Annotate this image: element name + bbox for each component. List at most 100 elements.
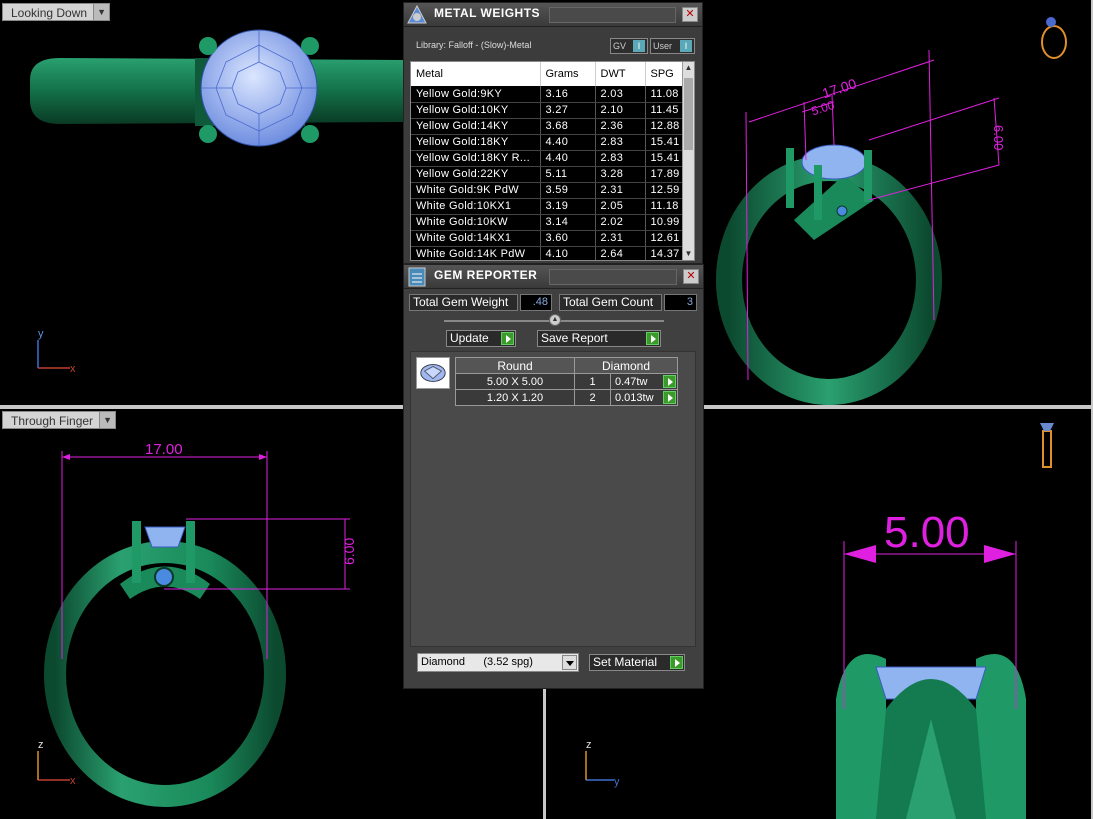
- ring-top-view: y x: [30, 29, 403, 375]
- user-toggle[interactable]: User I: [650, 38, 695, 54]
- grams-cell: 4.40: [540, 134, 596, 151]
- viewport-perspective[interactable]: 17.00 5.00 6.00: [704, 0, 1093, 405]
- shape-header: Round: [455, 357, 575, 374]
- dim-height-label: 6.00: [991, 125, 1006, 150]
- table-row[interactable]: Yellow Gold:10KY 3.27 2.10 11.45: [411, 102, 687, 119]
- update-button[interactable]: Update: [446, 330, 516, 347]
- titlebar-drag-area[interactable]: [549, 7, 676, 23]
- spg-cell: 15.41: [645, 150, 687, 167]
- set-material-button[interactable]: Set Material: [589, 654, 685, 671]
- gv-toggle-state: I: [633, 40, 645, 52]
- table-row[interactable]: Yellow Gold:14KY 3.68 2.36 12.88: [411, 118, 687, 135]
- dwt-cell: 2.83: [595, 134, 646, 151]
- table-row[interactable]: White Gold:9K PdW 3.59 2.31 12.59: [411, 182, 687, 199]
- gem-size-cell: 5.00 X 5.00: [455, 373, 575, 390]
- dim-stone-label: 5.00: [884, 508, 970, 557]
- col-header-grams[interactable]: Grams: [540, 62, 596, 86]
- spg-cell: 11.08: [645, 86, 687, 103]
- gem-weight-value: 0.47tw: [615, 375, 648, 388]
- round-diamond-icon[interactable]: [416, 357, 450, 389]
- table-row[interactable]: White Gold:10KX1 3.19 2.05 11.18: [411, 198, 687, 215]
- grams-cell: 4.40: [540, 150, 596, 167]
- table-row[interactable]: White Gold:10KW 3.14 2.02 10.99: [411, 214, 687, 231]
- library-label: Library: Falloff - (Slow)-Metal: [416, 40, 532, 50]
- metal-table-scrollbar[interactable]: ▲ ▼: [682, 62, 694, 260]
- gv-toggle[interactable]: GV I: [610, 38, 648, 54]
- col-header-metal[interactable]: Metal: [411, 62, 541, 86]
- total-gem-count-label: Total Gem Count: [559, 294, 662, 311]
- user-toggle-state: I: [680, 40, 692, 52]
- dwt-cell: 2.31: [595, 182, 646, 199]
- spg-cell: 10.99: [645, 214, 687, 231]
- metal-weights-icon: [407, 4, 427, 24]
- panel-title: METAL WEIGHTS: [434, 6, 541, 20]
- table-row[interactable]: Yellow Gold:18KY R... 4.40 2.83 15.41: [411, 150, 687, 167]
- chevron-down-icon: [562, 655, 577, 670]
- total-gem-count-value: 3: [664, 294, 697, 311]
- view-mode-dropdown[interactable]: Through Finger ▼: [2, 411, 117, 429]
- scroll-thumb[interactable]: [684, 78, 693, 150]
- grams-cell: 5.11: [540, 166, 596, 183]
- metal-cell: White Gold:9K PdW: [411, 182, 541, 199]
- play-icon[interactable]: [663, 391, 676, 404]
- table-row[interactable]: Yellow Gold:9KY 3.16 2.03 11.08: [411, 86, 687, 103]
- close-icon[interactable]: ✕: [683, 269, 699, 284]
- gem-count-cell: 2: [574, 389, 611, 406]
- viewport-looking-down[interactable]: y x Looking Down ▼: [0, 0, 403, 405]
- gem-reporter-panel: GEM REPORTER ✕ Total Gem Weight .48 Tota…: [403, 264, 704, 689]
- gem-row[interactable]: 5.00 X 5.00 1 0.47tw: [455, 373, 678, 390]
- spg-cell: 17.89: [645, 166, 687, 183]
- spg-cell: 12.59: [645, 182, 687, 199]
- metal-cell: Yellow Gold:18KY: [411, 134, 541, 151]
- save-report-button[interactable]: Save Report: [537, 330, 661, 347]
- gem-row[interactable]: 1.20 X 1.20 2 0.013tw: [455, 389, 678, 406]
- metal-weights-table[interactable]: Metal Grams DWT SPG Yellow Gold:9KY 3.16 2…: [410, 61, 695, 261]
- update-button-label: Update: [450, 331, 489, 345]
- metal-cell: White Gold:10KX1: [411, 198, 541, 215]
- scroll-up-icon[interactable]: ▲: [683, 63, 694, 75]
- play-icon[interactable]: [663, 375, 676, 388]
- material-select[interactable]: Diamond (3.52 spg): [417, 653, 579, 672]
- titlebar-drag-area[interactable]: [549, 269, 677, 285]
- gem-count-cell: 1: [574, 373, 611, 390]
- axis-z-label: z: [38, 739, 44, 751]
- gem-report-icon: [408, 267, 426, 287]
- table-row[interactable]: White Gold:14KX1 3.60 2.31 12.61: [411, 230, 687, 247]
- grams-cell: 3.19: [540, 198, 596, 215]
- view-mode-label: Looking Down: [11, 6, 88, 20]
- table-row[interactable]: Yellow Gold:18KY 4.40 2.83 15.41: [411, 134, 687, 151]
- col-header-dwt[interactable]: DWT: [595, 62, 646, 86]
- metal-cell: Yellow Gold:10KY: [411, 102, 541, 119]
- spg-cell: 12.88: [645, 118, 687, 135]
- play-icon: [501, 332, 514, 345]
- ring-orientation-icon: [1041, 17, 1067, 59]
- set-material-button-label: Set Material: [593, 655, 658, 669]
- chevron-down-icon: ▼: [99, 412, 116, 428]
- dim-height-label: 6.00: [341, 538, 357, 565]
- chevron-down-icon: ▼: [93, 4, 110, 20]
- dwt-cell: 2.03: [595, 86, 646, 103]
- spg-cell: 15.41: [645, 134, 687, 151]
- ring-orientation-icon: [1040, 423, 1054, 468]
- table-row[interactable]: Yellow Gold:22KY 5.11 3.28 17.89: [411, 166, 687, 183]
- col-header-spg[interactable]: SPG: [645, 62, 687, 86]
- dwt-cell: 2.83: [595, 150, 646, 167]
- metal-weights-titlebar[interactable]: METAL WEIGHTS ✕: [404, 3, 702, 27]
- view-mode-dropdown[interactable]: Looking Down ▼: [2, 3, 111, 21]
- table-row[interactable]: White Gold:14K PdW 4.10 2.64 14.37: [411, 246, 687, 260]
- dwt-cell: 2.31: [595, 230, 646, 247]
- view-mode-label: Through Finger: [11, 414, 94, 428]
- spg-cell: 14.37: [645, 246, 687, 260]
- dim-width-label: 17.00: [820, 75, 858, 101]
- gem-table: Round Diamond 5.00 X 5.00 1 0.47tw 1.20 X 1…: [455, 357, 678, 406]
- splitter-handle-icon[interactable]: ▲: [549, 314, 561, 326]
- metal-cell: Yellow Gold:18KY R...: [411, 150, 541, 167]
- scroll-down-icon[interactable]: ▼: [683, 249, 694, 260]
- close-icon[interactable]: ✕: [682, 7, 698, 22]
- play-icon: [670, 656, 683, 669]
- dwt-cell: 2.05: [595, 198, 646, 215]
- dwt-cell: 3.28: [595, 166, 646, 183]
- gem-weight-cell: 0.47tw: [610, 373, 678, 390]
- save-report-button-label: Save Report: [541, 331, 608, 345]
- gem-reporter-titlebar[interactable]: GEM REPORTER ✕: [404, 265, 703, 289]
